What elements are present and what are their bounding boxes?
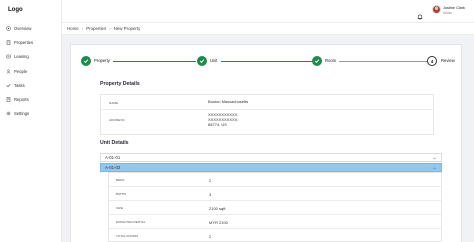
- building-icon: [6, 40, 11, 45]
- table-row: EXPECTED RENTAL MYR 2100: [109, 215, 441, 229]
- step-connector: [221, 61, 312, 62]
- step-connector: [113, 61, 196, 62]
- step-connector: [339, 61, 427, 62]
- unit-accordion-a-01-02[interactable]: A-01-02: [100, 163, 442, 172]
- breadcrumb: Home › Properties › New Property: [62, 22, 474, 35]
- sidebar-item-label: People: [14, 68, 28, 74]
- chevron-right-icon: ›: [109, 26, 111, 31]
- unit-details-table: BEDS 2 BATHS 3 SIZE 2100 sqft EXPECTED R…: [108, 172, 442, 242]
- reports-icon: [6, 96, 11, 102]
- review-card: Property Unit Room 4 Review Property Det…: [70, 44, 462, 242]
- address-label: ADDRESS: [109, 117, 125, 122]
- baths-label: BATHS: [116, 192, 127, 196]
- main-content: Property Unit Room 4 Review Property Det…: [62, 35, 474, 242]
- name-value: Boston Massachusetts: [208, 98, 249, 104]
- sidebar-item-people[interactable]: People: [6, 66, 27, 76]
- people-icon: [6, 69, 11, 74]
- sidebar-item-label: Reports: [14, 96, 29, 102]
- avatar[interactable]: [432, 5, 441, 14]
- logo: Logo: [8, 7, 23, 13]
- table-row: ADDRESS XXXXXXXXXXX, XXXXXXXXXXX, 68774,…: [101, 110, 433, 135]
- table-row: BATHS 3: [109, 187, 441, 201]
- beds-label: BEDS: [116, 178, 125, 182]
- chevron-right-icon: ›: [81, 26, 84, 31]
- bell-icon[interactable]: [417, 7, 423, 20]
- size-label: SIZE: [116, 206, 123, 210]
- total-rooms-value: 2: [209, 233, 212, 239]
- sidebar-item-label: Tasks: [14, 82, 25, 88]
- unit-label: A-01-01: [105, 155, 121, 160]
- breadcrumb-item-current: New Property: [113, 26, 141, 31]
- unit-details-title: Unit Details: [100, 140, 129, 146]
- step-label-unit: Unit: [210, 58, 218, 63]
- stepper: Property Unit Room 4 Review: [81, 55, 461, 69]
- baths-value: 3: [209, 191, 212, 197]
- table-row: BEDS 2: [109, 173, 441, 187]
- table-row: SIZE 2100 sqft: [109, 201, 441, 215]
- step-room-check-icon: [312, 56, 322, 66]
- top-header: [62, 0, 474, 22]
- tasks-icon: [6, 83, 11, 88]
- step-unit-check-icon: [197, 56, 207, 66]
- sidebar-item-label: Overview: [14, 25, 32, 31]
- overview-icon: [6, 25, 11, 31]
- sidebar-item-label: Settings: [14, 110, 30, 116]
- step-label-review: Review: [441, 58, 455, 63]
- sidebar-item-settings[interactable]: Settings: [6, 108, 29, 118]
- property-details-title: Property Details: [100, 81, 140, 87]
- step-property-check-icon: [81, 56, 91, 66]
- sidebar-item-properties[interactable]: Properties: [6, 37, 33, 47]
- sidebar-item-leasing[interactable]: Leasing: [6, 51, 29, 61]
- user-name[interactable]: Justine Clark: [443, 6, 465, 10]
- step-review-number: 4: [427, 56, 437, 66]
- name-label: NAME: [109, 101, 119, 105]
- chevron-down-icon: [433, 157, 436, 159]
- address-line: 68774, US: [208, 121, 227, 127]
- size-value: 2100 sqft: [209, 205, 226, 211]
- sidebar-item-label: Properties: [14, 39, 34, 45]
- sidebar-item-reports[interactable]: Reports: [6, 94, 29, 104]
- sidebar-item-overview[interactable]: Overview: [6, 23, 31, 33]
- sidebar: Logo Overview Properties Leasing People …: [0, 0, 62, 242]
- step-label-property: Property: [94, 58, 110, 63]
- expected-rental-label: EXPECTED RENTAL: [116, 220, 146, 224]
- beds-value: 2: [209, 177, 212, 183]
- chevron-up-icon: [433, 166, 436, 169]
- user-role: Admin: [443, 10, 453, 15]
- unit-accordion-a-01-01[interactable]: A-01-01: [100, 153, 442, 162]
- table-row: NAME Boston Massachusetts: [101, 95, 433, 110]
- table-row: TOTAL ROOMS 2: [109, 229, 441, 242]
- address-value: XXXXXXXXXXX, XXXXXXXXXXX, 68774, US: [208, 112, 238, 127]
- leasing-icon: [6, 54, 11, 59]
- breadcrumb-item-properties[interactable]: Properties: [86, 26, 106, 31]
- sidebar-item-label: Leasing: [14, 53, 29, 59]
- total-rooms-label: TOTAL ROOMS: [116, 234, 139, 238]
- expected-rental-value: MYR 2100: [209, 219, 228, 225]
- step-label-room: Room: [325, 58, 337, 63]
- sidebar-item-tasks[interactable]: Tasks: [6, 80, 25, 90]
- unit-label: A-01-02: [105, 165, 121, 170]
- gear-icon: [6, 111, 11, 116]
- breadcrumb-item-home[interactable]: Home: [67, 26, 79, 31]
- property-details-table: NAME Boston Massachusetts ADDRESS XXXXXX…: [100, 94, 434, 135]
